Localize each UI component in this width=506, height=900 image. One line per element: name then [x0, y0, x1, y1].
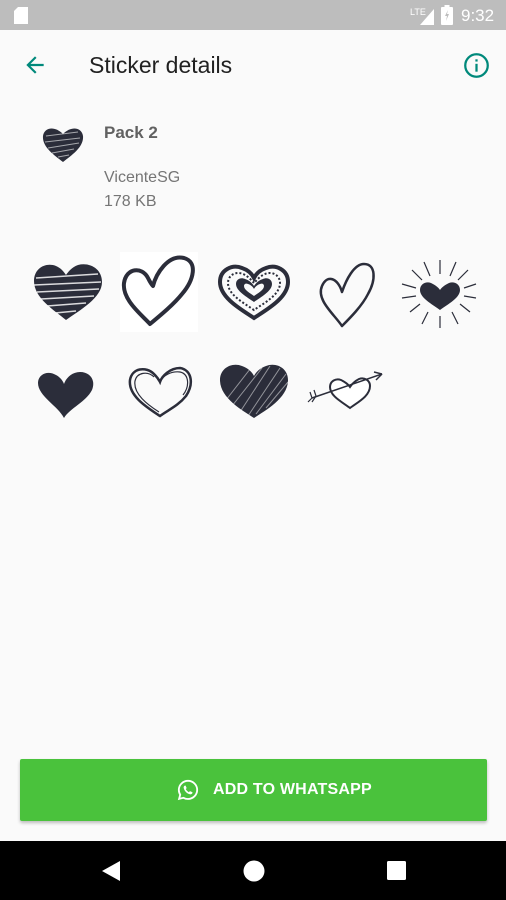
add-button-label: ADD TO WHATSAPP — [213, 781, 372, 798]
signal-icon: LTE — [410, 7, 434, 25]
sd-card-icon — [14, 7, 28, 24]
page-title: Sticker details — [89, 52, 233, 78]
sticker-sketch-outline-heart[interactable] — [120, 350, 200, 430]
arrow-back-icon[interactable] — [22, 52, 48, 78]
nav-recents-icon[interactable] — [387, 861, 406, 880]
navigation-bar — [0, 841, 506, 900]
nav-home-icon[interactable] — [243, 860, 265, 882]
pack-publisher: VicenteSG — [104, 169, 181, 186]
sticker-double-outline-heart[interactable] — [214, 252, 294, 332]
status-bar: LTE 9:32 — [0, 0, 506, 30]
nav-back-icon[interactable] — [100, 859, 122, 883]
sticker-hatched-heart[interactable] — [214, 350, 294, 430]
add-to-whatsapp-button[interactable]: ADD TO WHATSAPP — [20, 759, 487, 821]
sticker-solid-heart[interactable] — [28, 350, 108, 430]
info-icon[interactable] — [463, 52, 490, 79]
toolbar: Sticker details — [0, 30, 506, 100]
sticker-arrow-heart[interactable] — [306, 350, 386, 430]
pack-name: Pack 2 — [104, 123, 158, 142]
pack-tray-icon — [42, 128, 84, 162]
sticker-scribble-filled-heart[interactable] — [28, 252, 108, 332]
svg-text:LTE: LTE — [410, 7, 426, 17]
sticker-outline-heart[interactable] — [118, 252, 198, 332]
whatsapp-icon — [177, 779, 199, 801]
sticker-radiant-heart[interactable] — [398, 252, 478, 332]
sticker-thin-outline-heart[interactable] — [310, 252, 390, 332]
status-time: 9:32 — [461, 6, 495, 25]
battery-icon — [441, 5, 453, 25]
pack-size: 178 KB — [104, 193, 157, 210]
